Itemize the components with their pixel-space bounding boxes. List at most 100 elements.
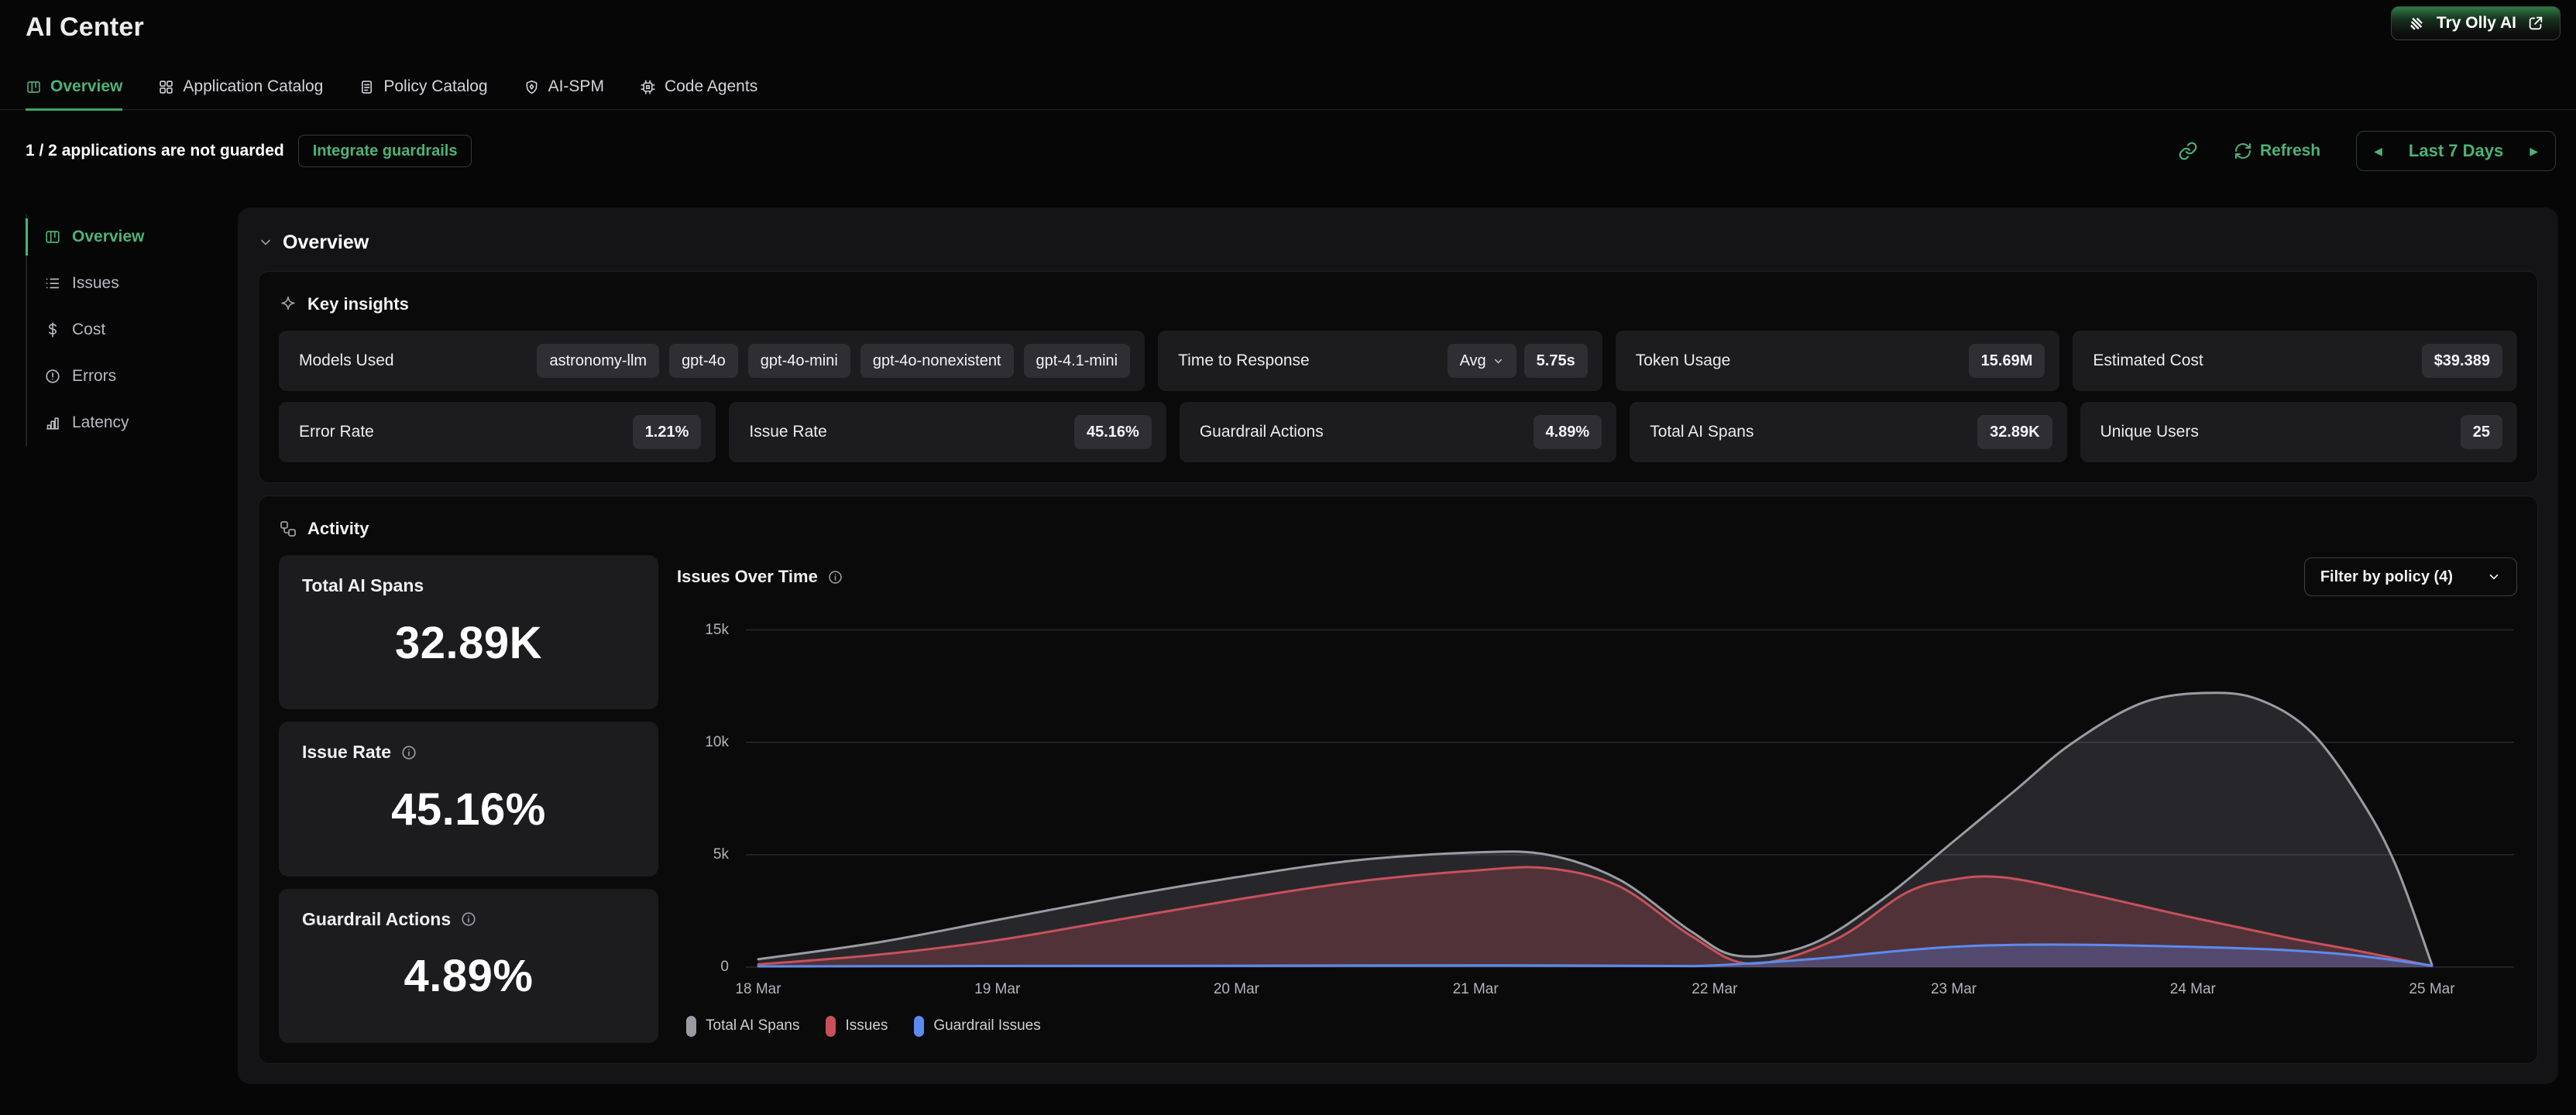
metric-label: Total AI Spans (1650, 423, 1753, 441)
tab-policy-catalog[interactable]: Policy Catalog (359, 77, 487, 111)
refresh-icon (2234, 142, 2252, 160)
bar-chart-icon (44, 414, 61, 431)
chart-x-axis: 18 Mar19 Mar20 Mar21 Mar22 Mar23 Mar24 M… (743, 973, 2517, 1004)
olly-logo-icon (2407, 14, 2426, 33)
issues-over-time-chart: Issues Over Time Filter by policy (4) (677, 555, 2517, 1043)
tab-label: Overview (50, 77, 122, 96)
chart-plot (743, 608, 2517, 973)
try-olly-ai-button[interactable]: Try Olly AI (2391, 6, 2561, 40)
tab-label: Code Agents (665, 77, 757, 96)
metric-label: Error Rate (299, 423, 374, 441)
model-chip: gpt-4o (669, 344, 738, 378)
model-chip: astronomy-llm (537, 344, 659, 378)
activity-title: Activity (307, 519, 369, 539)
page-title: AI Center (26, 12, 144, 43)
metric-token-usage: Token Usage 15.69M (1616, 331, 2060, 391)
date-range-label: Last 7 Days (2409, 141, 2503, 161)
date-range-picker[interactable]: ◀ Last 7 Days ▶ (2356, 131, 2556, 171)
metric-estimated-cost: Estimated Cost $39.389 (2073, 331, 2517, 391)
metric-issue-rate: Issue Rate 45.16% (729, 402, 1166, 462)
x-tick-label: 22 Mar (1692, 981, 1737, 998)
activity-card: Activity Total AI Spans 32.89K Issue Rat… (258, 496, 2538, 1064)
chart-legend: Total AI Spans Issues Guardrail Issues (677, 1009, 2517, 1043)
aggregation-dropdown[interactable]: Avg (1448, 344, 1516, 378)
legend-label: Issues (845, 1017, 888, 1034)
stat-card-guardrail-actions: Guardrail Actions 4.89% (279, 889, 658, 1043)
x-tick-label: 23 Mar (1931, 981, 1977, 998)
metric-models-used: Models Used astronomy-llm gpt-4o gpt-4o-… (279, 331, 1145, 391)
metric-value: 4.89% (1534, 415, 1602, 449)
aggregation-label: Avg (1460, 352, 1486, 370)
tab-application-catalog[interactable]: Application Catalog (158, 77, 323, 111)
x-tick-label: 24 Mar (2170, 981, 2216, 998)
legend-label: Guardrail Issues (933, 1017, 1040, 1034)
date-next-arrow[interactable]: ▶ (2530, 146, 2538, 156)
sidebar-item-errors[interactable]: Errors (27, 353, 224, 400)
y-tick-label: 5k (713, 846, 729, 863)
legend-item[interactable]: Issues (826, 1016, 888, 1037)
y-tick-label: 10k (705, 734, 729, 751)
tab-code-agents[interactable]: Code Agents (640, 77, 757, 111)
chart-y-axis: 05k10k15k (677, 608, 743, 973)
chart-title: Issues Over Time (677, 567, 818, 587)
guardrails-alert-message: 1 / 2 applications are not guarded (26, 142, 284, 160)
sidebar-item-label: Overview (72, 228, 144, 246)
metric-label: Time to Response (1178, 352, 1310, 370)
sidebar-item-label: Cost (72, 321, 105, 339)
metric-value: $39.389 (2422, 344, 2502, 378)
metric-label: Estimated Cost (2093, 352, 2203, 370)
date-prev-arrow[interactable]: ◀ (2374, 146, 2382, 156)
info-icon (400, 744, 417, 761)
tab-overview[interactable]: Overview (26, 77, 122, 111)
policy-filter-dropdown[interactable]: Filter by policy (4) (2304, 558, 2517, 596)
workflow-icon (279, 520, 297, 538)
chevron-down-icon (1492, 355, 1504, 367)
sidebar-item-label: Issues (72, 274, 119, 293)
info-icon (460, 911, 477, 928)
metric-label: Guardrail Actions (1200, 423, 1324, 441)
stat-card-issue-rate: Issue Rate 45.16% (279, 722, 658, 876)
chart-svg (743, 608, 2517, 973)
stat-card-total-ai-spans: Total AI Spans 32.89K (279, 555, 658, 709)
overview-panels-icon (26, 79, 42, 95)
integrate-guardrails-button[interactable]: Integrate guardrails (298, 135, 472, 167)
metric-time-to-response: Time to Response Avg 5.75s (1158, 331, 1602, 391)
legend-item[interactable]: Total AI Spans (686, 1016, 799, 1037)
x-tick-label: 20 Mar (1214, 981, 1259, 998)
link-icon[interactable] (2178, 141, 2198, 161)
legend-marker (686, 1016, 696, 1037)
y-tick-label: 15k (705, 622, 729, 639)
x-tick-label: 19 Mar (974, 981, 1020, 998)
stat-value: 4.89% (404, 950, 534, 1002)
metric-label: Token Usage (1636, 352, 1731, 370)
key-insights-title: Key insights (307, 294, 409, 314)
model-chip: gpt-4o-mini (748, 344, 850, 378)
sidebar-item-cost[interactable]: Cost (27, 307, 224, 353)
metric-value: 32.89K (1977, 415, 2052, 449)
legend-marker (914, 1016, 924, 1037)
metric-label: Issue Rate (749, 423, 826, 441)
metric-label: Models Used (299, 352, 394, 370)
sidebar-item-overview[interactable]: Overview (27, 214, 224, 260)
model-chip: gpt-4o-nonexistent (860, 344, 1014, 378)
stat-label: Total AI Spans (302, 575, 424, 596)
x-tick-label: 21 Mar (1453, 981, 1499, 998)
sidebar-item-issues[interactable]: Issues (27, 260, 224, 307)
grid-icon (158, 79, 174, 95)
refresh-label: Refresh (2260, 142, 2320, 160)
list-icon (44, 275, 61, 292)
cpu-icon (640, 79, 656, 95)
sidebar-item-label: Errors (72, 367, 116, 386)
sidebar-item-latency[interactable]: Latency (27, 400, 224, 446)
tab-label: Application Catalog (183, 77, 323, 96)
stat-value: 45.16% (391, 784, 546, 835)
x-tick-label: 25 Mar (2409, 981, 2454, 998)
alert-circle-icon (44, 368, 61, 385)
sidebar: Overview Issues Cost (26, 214, 224, 446)
tab-ai-spm[interactable]: AI-SPM (524, 77, 604, 111)
legend-item[interactable]: Guardrail Issues (914, 1016, 1040, 1037)
metric-total-ai-spans: Total AI Spans 32.89K (1630, 402, 2066, 462)
overview-section-header[interactable]: Overview (258, 221, 2538, 263)
refresh-button[interactable]: Refresh (2234, 142, 2320, 160)
main-panel: Overview Key insights Models Used astron… (238, 208, 2558, 1084)
